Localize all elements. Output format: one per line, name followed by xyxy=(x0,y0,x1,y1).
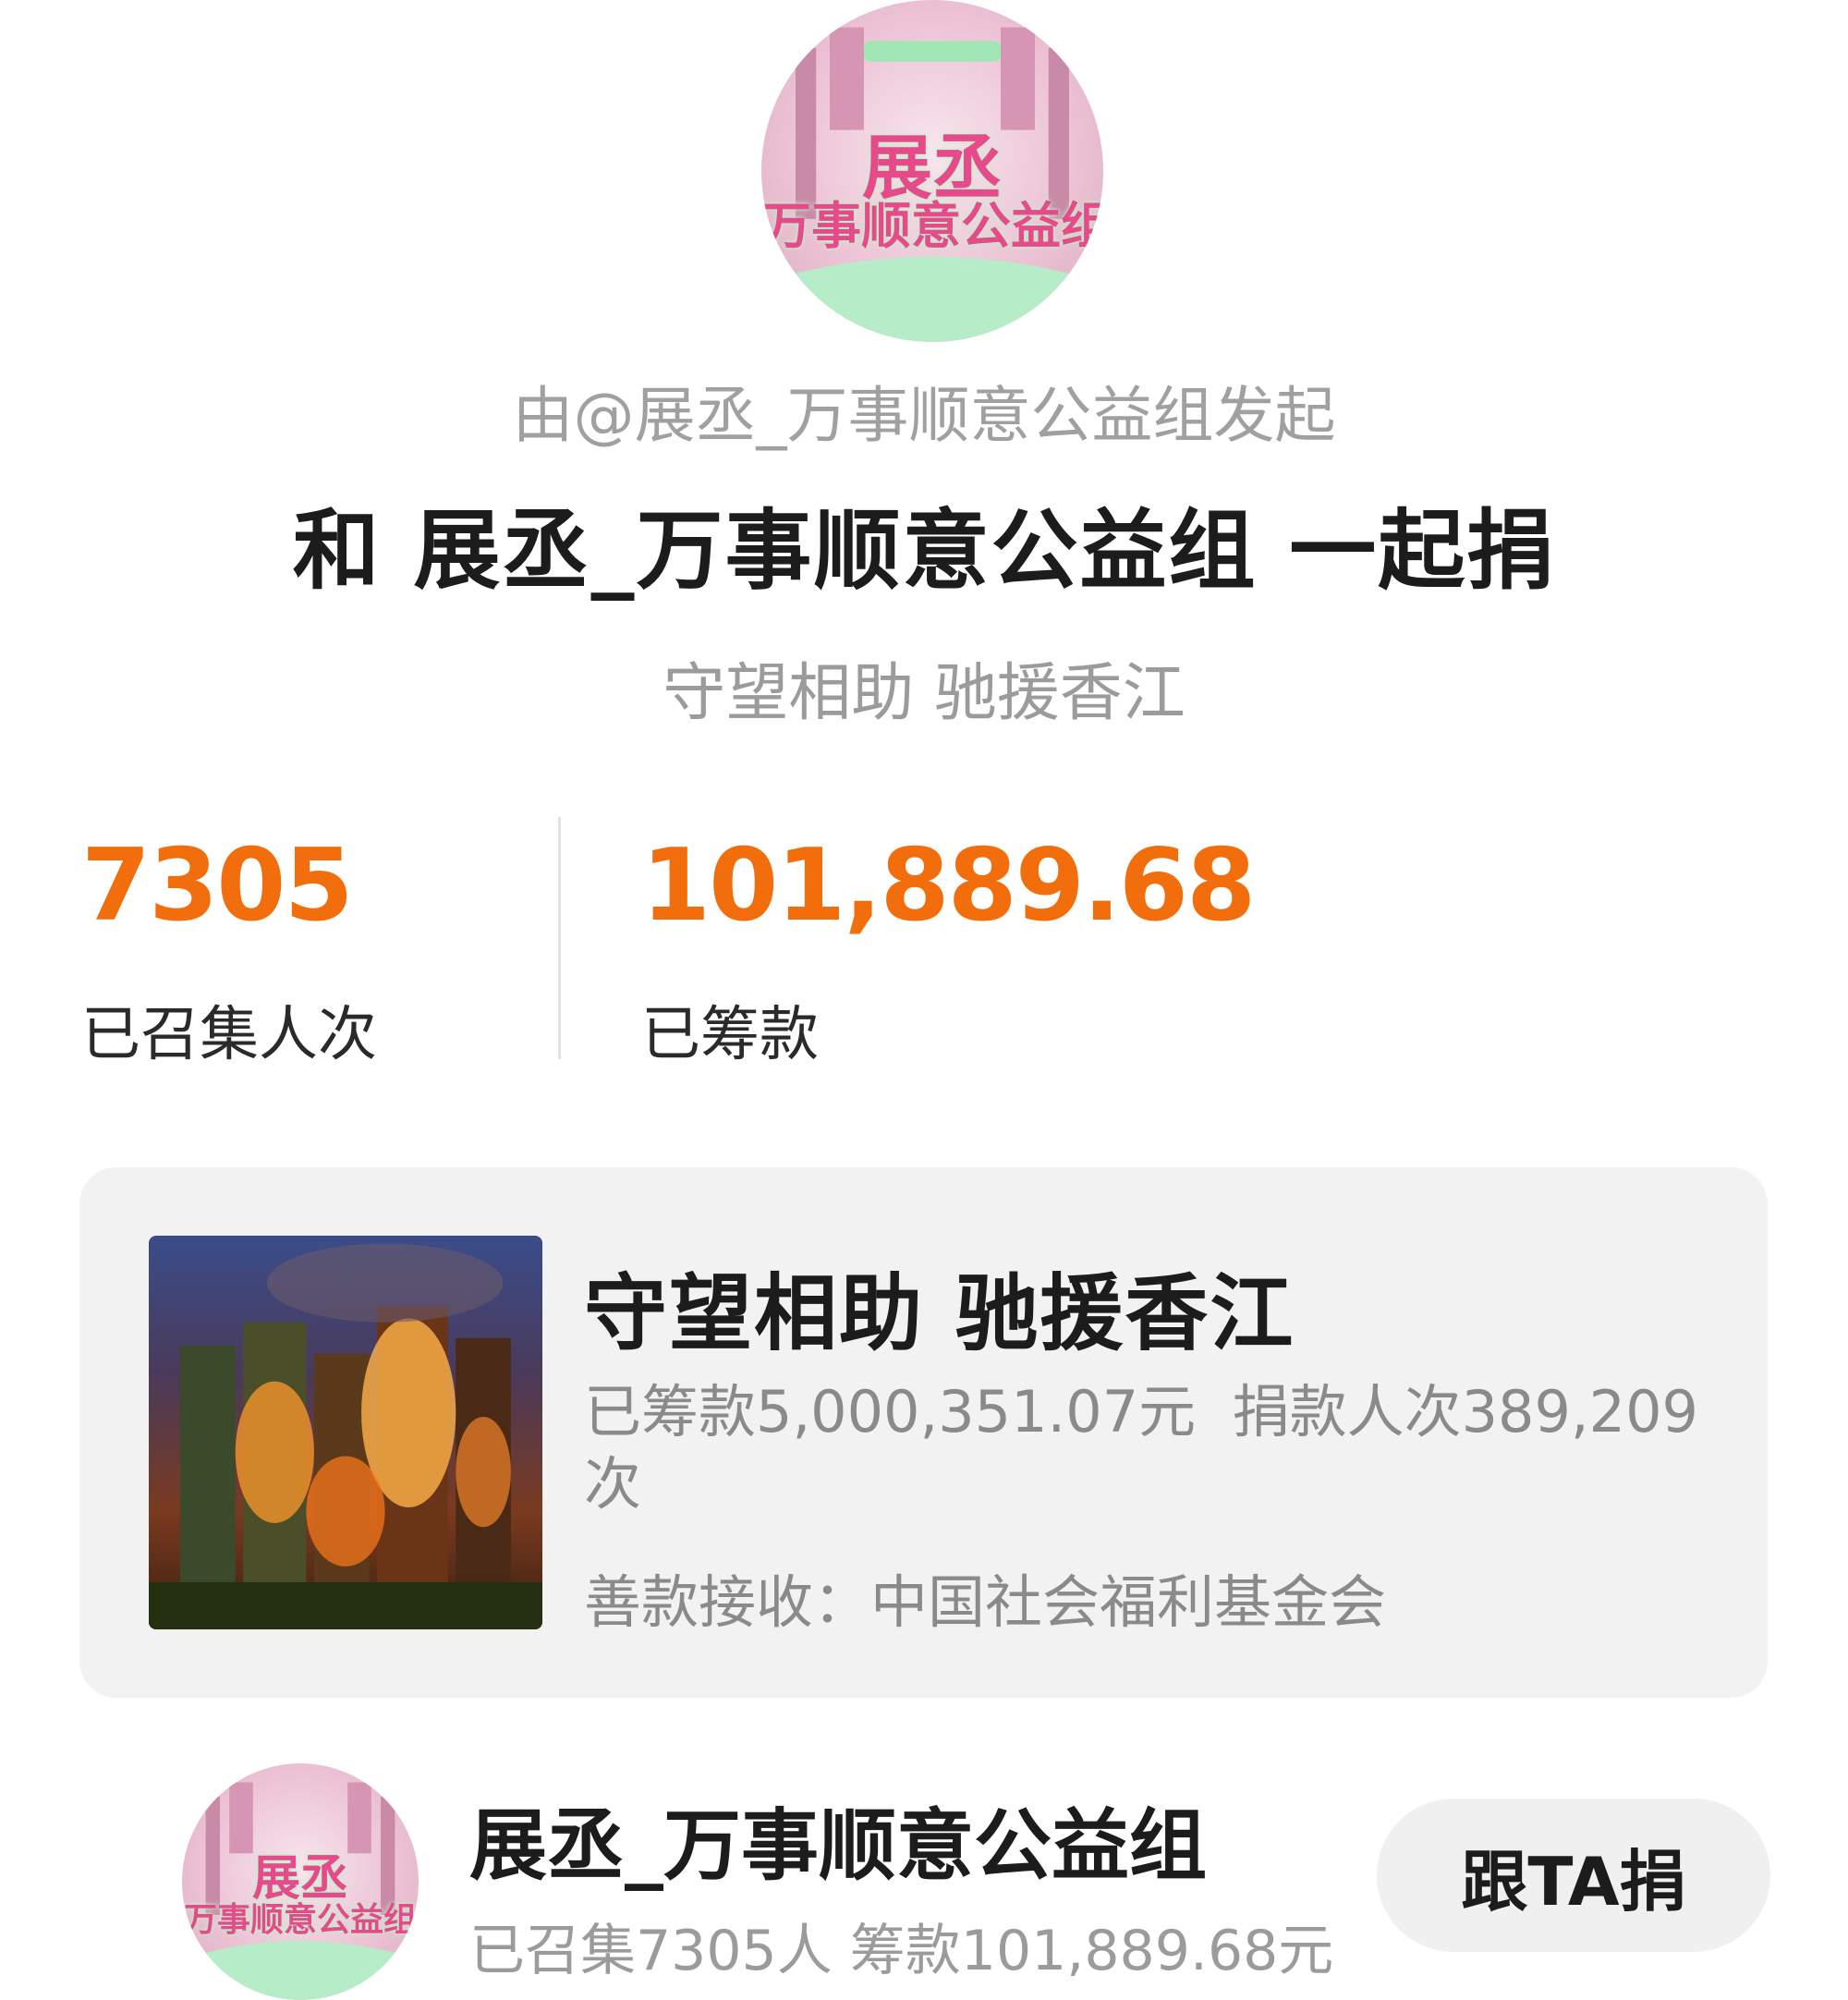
organizer-name[interactable]: 展丞_万事顺意公益组 xyxy=(469,1784,1207,1896)
stats-divider xyxy=(558,817,561,1059)
burning-building-image xyxy=(149,1243,542,1629)
project-card[interactable]: 守望相助 驰援香江 已筹款5,000,351.07元 捐款人次389,209次 … xyxy=(79,1167,1768,1698)
amount-raised-label: 已筹款 xyxy=(641,1001,819,1069)
people-count-value: 7305 xyxy=(81,828,354,944)
project-title: 守望相助 驰援香江 xyxy=(584,1265,1295,1362)
organizer-summary: 已召集7305人 筹款101,889.68元 xyxy=(469,1919,1334,1983)
project-raised: 已筹款5,000,351.07元 xyxy=(584,1378,1197,1445)
page-title: 和 展丞_万事顺意公益组 一起捐 xyxy=(292,501,1556,602)
avatar-subtitle-text: 万事顺意公益组 xyxy=(183,1901,417,1939)
organizer-avatar-large[interactable]: 展丞 万事顺意公益组 xyxy=(761,0,1103,342)
avatar-subtitle-text: 万事顺意公益组 xyxy=(761,197,1103,255)
initiator-text[interactable]: 由@展丞_万事顺意公益组发起 xyxy=(0,366,1848,455)
project-stats: 已筹款5,000,351.07元 捐款人次389,209次 xyxy=(584,1376,1720,1520)
follow-donate-button[interactable]: 跟TA捐 xyxy=(1377,1799,1770,1952)
amount-raised-value: 101,889.68 xyxy=(641,828,1256,944)
page-subtitle: 守望相助 驰援香江 xyxy=(663,657,1185,730)
people-count-label: 已召集人次 xyxy=(81,1001,377,1069)
organizer-avatar-small[interactable]: 展丞 万事顺意公益组 xyxy=(182,1763,419,2000)
project-thumbnail xyxy=(149,1236,542,1629)
project-receiver: 善款接收：中国社会福利基金会 xyxy=(584,1568,1387,1636)
